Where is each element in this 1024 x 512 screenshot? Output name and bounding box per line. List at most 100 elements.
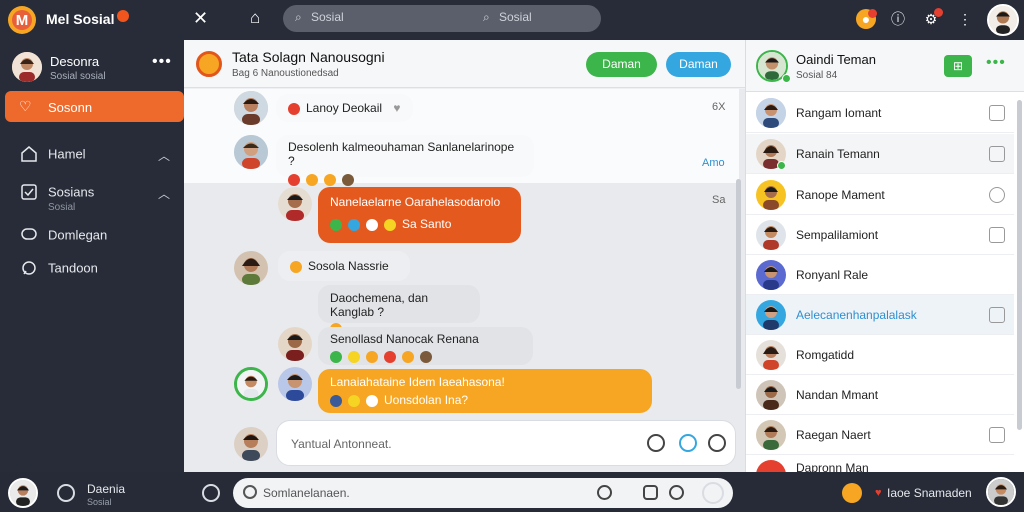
- avatar[interactable]: [234, 251, 268, 285]
- message-meta: 6X: [712, 101, 726, 113]
- sidebar-item-sub: Sosial: [48, 202, 76, 213]
- online-indicator: [782, 74, 791, 83]
- avatar[interactable]: [842, 483, 862, 503]
- list-item[interactable]: Ranope Mament: [746, 175, 1014, 215]
- add-icon[interactable]: [202, 484, 220, 502]
- message-meta: Amo: [702, 157, 725, 169]
- message-icon: [20, 259, 38, 277]
- chevron-up-icon[interactable]: ︿: [158, 147, 170, 164]
- list-item[interactable]: Aelecanenhanpalalask: [746, 295, 1014, 335]
- avatar: [756, 260, 786, 290]
- avatar: [756, 180, 786, 210]
- contact-checkbox[interactable]: [989, 187, 1005, 203]
- avatar: [756, 340, 786, 370]
- chat-header: Tata Solagn Nanousogni Bag 6 Nanoustione…: [184, 40, 745, 88]
- avatar[interactable]: [234, 91, 268, 125]
- sidebar-item-hamel[interactable]: Hamel: [20, 145, 86, 163]
- avatar[interactable]: [234, 427, 268, 461]
- list-item[interactable]: Romgatidd: [746, 335, 1014, 375]
- contact-name: Raegan Naert: [796, 428, 871, 442]
- more-icon[interactable]: •••: [986, 54, 1006, 72]
- sidebar-item-label: Tandoon: [48, 260, 98, 276]
- add-contact-button[interactable]: ⊞: [944, 55, 972, 77]
- message-subtext: Uonsdolan Ina?: [384, 393, 469, 407]
- action-button[interactable]: Daman: [666, 52, 731, 77]
- contact-checkbox[interactable]: [989, 227, 1005, 243]
- close-icon[interactable]: ✕: [193, 8, 208, 29]
- avatar[interactable]: [278, 327, 312, 361]
- emoji-row: [288, 172, 522, 186]
- contact-name: Dapronn Man: [796, 461, 869, 472]
- avatar[interactable]: [234, 135, 268, 169]
- avatar[interactable]: [987, 4, 1019, 36]
- sidebar-item-sosians[interactable]: Sosians: [20, 183, 94, 201]
- app-logo-letter: M: [12, 10, 32, 30]
- message-subtext: Sa Santo: [402, 217, 452, 231]
- more-icon[interactable]: •••: [152, 53, 172, 71]
- search-input[interactable]: ⌕ Sosial ⌕ Sosial: [283, 5, 601, 32]
- message-input[interactable]: Yantual Antonneat.: [276, 420, 736, 466]
- scrollbar[interactable]: [736, 179, 741, 389]
- list-item[interactable]: Nandan Mmant: [746, 375, 1014, 415]
- list-item[interactable]: Ranain Temann: [746, 134, 1014, 174]
- at-icon[interactable]: [679, 434, 697, 452]
- scrollbar[interactable]: [1017, 100, 1022, 430]
- badge-dot: [868, 9, 877, 18]
- contact-checkbox[interactable]: [989, 427, 1005, 443]
- more-vertical-icon[interactable]: ⋮: [955, 9, 975, 29]
- contacts-header-sub: Sosial 84: [796, 70, 838, 81]
- compass-icon[interactable]: [57, 484, 75, 502]
- avatar: [756, 460, 786, 472]
- emoji-icon[interactable]: [597, 485, 612, 500]
- emoji-picker-icon[interactable]: [647, 434, 665, 452]
- sidebar-item-domlegan[interactable]: Domlegan: [20, 226, 107, 244]
- list-item[interactable]: Rangam Iomant: [746, 93, 1014, 133]
- chat-panel: Tata Solagn Nanousogni Bag 6 Nanoustione…: [184, 40, 745, 472]
- sidebar: Desonra Sosial sosial ••• ♡ Sosonn Hamel…: [0, 40, 184, 472]
- bottom-user-sub: Sosial: [87, 497, 112, 507]
- list-item[interactable]: Dapronn Man: [746, 455, 1014, 472]
- avatar[interactable]: [8, 478, 38, 508]
- message-bubble[interactable]: Senollasd Nanocak Renana: [318, 327, 533, 365]
- message-text: Daochemena, dan Kanglab ?: [330, 291, 429, 319]
- message-bubble[interactable]: Desolenh kalmeouhaman Sanlanelarinope ?: [276, 135, 534, 186]
- notification-badge: [117, 10, 129, 22]
- profile-name: Desonra: [50, 54, 100, 69]
- avatar[interactable]: [12, 52, 42, 82]
- gif-icon[interactable]: [643, 485, 658, 500]
- contact-checkbox[interactable]: [989, 146, 1005, 162]
- home-icon[interactable]: ⌂: [250, 8, 260, 28]
- contact-checkbox[interactable]: [989, 307, 1005, 323]
- message-bubble[interactable]: Lanoy Deokail ♥: [276, 94, 413, 122]
- contact-name: Sempalilamiont: [796, 228, 879, 242]
- avatar: [756, 420, 786, 450]
- chat-subtitle: Bag 6 Nanoustionedsad: [232, 68, 339, 79]
- avatar[interactable]: [986, 477, 1016, 507]
- app-logo[interactable]: M: [8, 6, 36, 34]
- message-bubble[interactable]: Daochemena, dan Kanglab ?: [318, 285, 480, 335]
- app-title: Mel Sosial: [46, 11, 115, 27]
- status-text: Iaoe Snamaden: [887, 486, 972, 500]
- list-item[interactable]: Raegan Naert: [746, 415, 1014, 455]
- avatar[interactable]: [278, 367, 312, 401]
- sidebar-item-tandoon[interactable]: Tandoon: [20, 259, 98, 277]
- message-bubble[interactable]: Sosola Nassrie: [278, 251, 410, 281]
- join-button[interactable]: Daman: [586, 52, 657, 77]
- info-icon[interactable]: ⓘ: [888, 9, 908, 29]
- list-item[interactable]: Sempalilamiont: [746, 215, 1014, 255]
- attach-icon[interactable]: [708, 434, 726, 452]
- contacts-header-name: Oaindi Teman: [796, 52, 876, 67]
- list-item[interactable]: Ronyanl Rale: [746, 255, 1014, 295]
- clock-icon[interactable]: [669, 485, 684, 500]
- message-bubble[interactable]: Nanelaelarne Oarahelasodarolo Sa Santo: [318, 187, 521, 243]
- avatar[interactable]: [234, 367, 268, 401]
- sidebar-item-sosonn[interactable]: ♡ Sosonn: [5, 91, 184, 122]
- contact-checkbox[interactable]: [989, 105, 1005, 121]
- chevron-up-icon[interactable]: ︿: [158, 185, 170, 202]
- search-placeholder: Sosial: [311, 10, 344, 24]
- message-bubble[interactable]: Lanaiahataine Idem Iaeahasona! Uonsdolan…: [318, 369, 652, 413]
- settings-icon[interactable]: [702, 482, 724, 504]
- contact-name: Romgatidd: [796, 348, 855, 362]
- avatar[interactable]: [278, 187, 312, 221]
- compose-input[interactable]: Somlanelanaen.: [233, 478, 733, 508]
